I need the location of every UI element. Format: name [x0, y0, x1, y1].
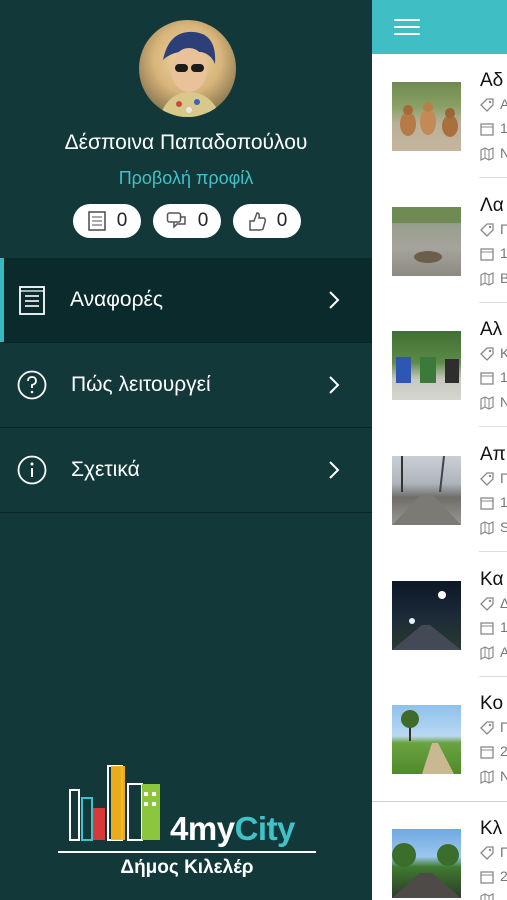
- comments-count-badge: 0: [153, 204, 221, 238]
- brand-logo-text-a: 4my: [170, 810, 235, 847]
- brand-logo-text-b: City: [234, 810, 296, 847]
- map-icon: [480, 646, 494, 660]
- avatar[interactable]: [139, 20, 236, 117]
- menu-item-about[interactable]: Σχετικά: [0, 428, 372, 513]
- list-item[interactable]: Λα Π 1 Β: [372, 179, 507, 303]
- calendar-icon: [480, 497, 494, 510]
- divider: [479, 426, 507, 427]
- report-thumbnail: [392, 82, 461, 151]
- report-thumbnail: [392, 331, 461, 400]
- navigation-drawer: Δέσποινα Παπαδοπούλου Προβολή προφίλ 0 0…: [0, 0, 372, 900]
- calendar-icon: [480, 746, 494, 759]
- menu-item-reports[interactable]: Αναφορές: [0, 258, 372, 343]
- report-thumbnail: [392, 581, 461, 650]
- question-circle-icon: [17, 370, 47, 400]
- reports-count: 0: [116, 210, 128, 231]
- tag-icon: [480, 597, 494, 611]
- document-icon: [87, 211, 106, 231]
- list-item[interactable]: Κα Δ 1 Α: [372, 553, 507, 677]
- map-icon: [480, 770, 494, 784]
- calendar-icon: [480, 123, 494, 136]
- list-item[interactable]: Αλ Κ 1 Ν: [372, 303, 507, 427]
- tag-icon: [480, 846, 494, 860]
- thumbs-up-icon: [248, 212, 266, 231]
- reports-list-panel: Αδ Α 1 Ν Λα Π 1 Β Αλ Κ 1 Ν Απ Π 1 S Κα Δ…: [372, 0, 507, 900]
- divider: [479, 551, 507, 552]
- streetlight-photo-icon: [392, 591, 461, 650]
- report-thumbnail: [392, 456, 461, 525]
- map-icon: [480, 893, 494, 900]
- list-item[interactable]: Κλ Π 2: [372, 802, 507, 900]
- pothole-photo-icon: [392, 207, 461, 263]
- menu-item-how-it-works[interactable]: Πώς λειτουργεί: [0, 343, 372, 428]
- divider: [479, 177, 507, 178]
- chevron-right-icon: [329, 376, 340, 394]
- document-list-icon: [19, 286, 45, 315]
- map-icon: [480, 521, 494, 535]
- bins-photo-icon: [396, 357, 459, 383]
- calendar-icon: [480, 871, 494, 884]
- report-title: Κλ: [480, 818, 503, 839]
- report-title: Λα: [480, 195, 504, 216]
- list-item[interactable]: Απ Π 1 S: [372, 428, 507, 552]
- report-thumbnail: [392, 207, 461, 276]
- view-profile-link[interactable]: Προβολή προφίλ: [0, 168, 372, 189]
- tag-icon: [480, 98, 494, 112]
- map-icon: [480, 396, 494, 410]
- field-photo-icon: [401, 710, 454, 774]
- dogs-photo-icon: [400, 102, 458, 137]
- comments-count: 0: [197, 210, 209, 231]
- map-icon: [480, 147, 494, 161]
- tag-icon: [480, 472, 494, 486]
- list-item[interactable]: Κο Π 2 Ν: [372, 677, 507, 801]
- tag-icon: [480, 223, 494, 237]
- tag-icon: [480, 721, 494, 735]
- menu-item-label: Πώς λειτουργεί: [71, 373, 211, 396]
- info-circle-icon: [17, 455, 47, 485]
- brand-logo-text: 4myCity: [170, 810, 295, 848]
- calendar-icon: [480, 622, 494, 635]
- user-name: Δέσποινα Παπαδοπούλου: [64, 131, 308, 154]
- report-title: Αδ: [480, 70, 504, 91]
- calendar-icon: [480, 248, 494, 261]
- top-app-bar: [372, 0, 507, 54]
- chevron-right-icon: [329, 291, 340, 309]
- user-stats: 0 0 0: [73, 204, 301, 238]
- map-icon: [480, 272, 494, 286]
- report-title: Αλ: [480, 319, 503, 340]
- road-photo-icon: [392, 456, 461, 525]
- report-thumbnail: [392, 705, 461, 774]
- likes-count: 0: [276, 210, 288, 231]
- report-title: Απ: [480, 444, 506, 465]
- user-photo-icon: [159, 31, 221, 117]
- drawer-menu: Αναφορές Πώς λειτουργεί Σχετικά: [0, 258, 372, 513]
- list-item[interactable]: Αδ Α 1 Ν: [372, 54, 507, 178]
- municipality-name: Δήμος Κιλελέρ: [120, 857, 254, 878]
- calendar-icon: [480, 372, 494, 385]
- menu-hamburger-icon[interactable]: [394, 19, 420, 35]
- reports-count-badge: 0: [73, 204, 141, 238]
- comments-icon: [166, 212, 186, 229]
- tag-icon: [480, 347, 494, 361]
- tree-road-photo-icon: [392, 843, 461, 898]
- menu-item-label: Αναφορές: [70, 288, 163, 311]
- report-title: Κο: [480, 693, 504, 714]
- likes-count-badge: 0: [233, 204, 301, 238]
- report-title: Κα: [480, 569, 504, 590]
- report-thumbnail: [392, 829, 461, 898]
- chevron-right-icon: [329, 461, 340, 479]
- menu-item-label: Σχετικά: [71, 458, 140, 481]
